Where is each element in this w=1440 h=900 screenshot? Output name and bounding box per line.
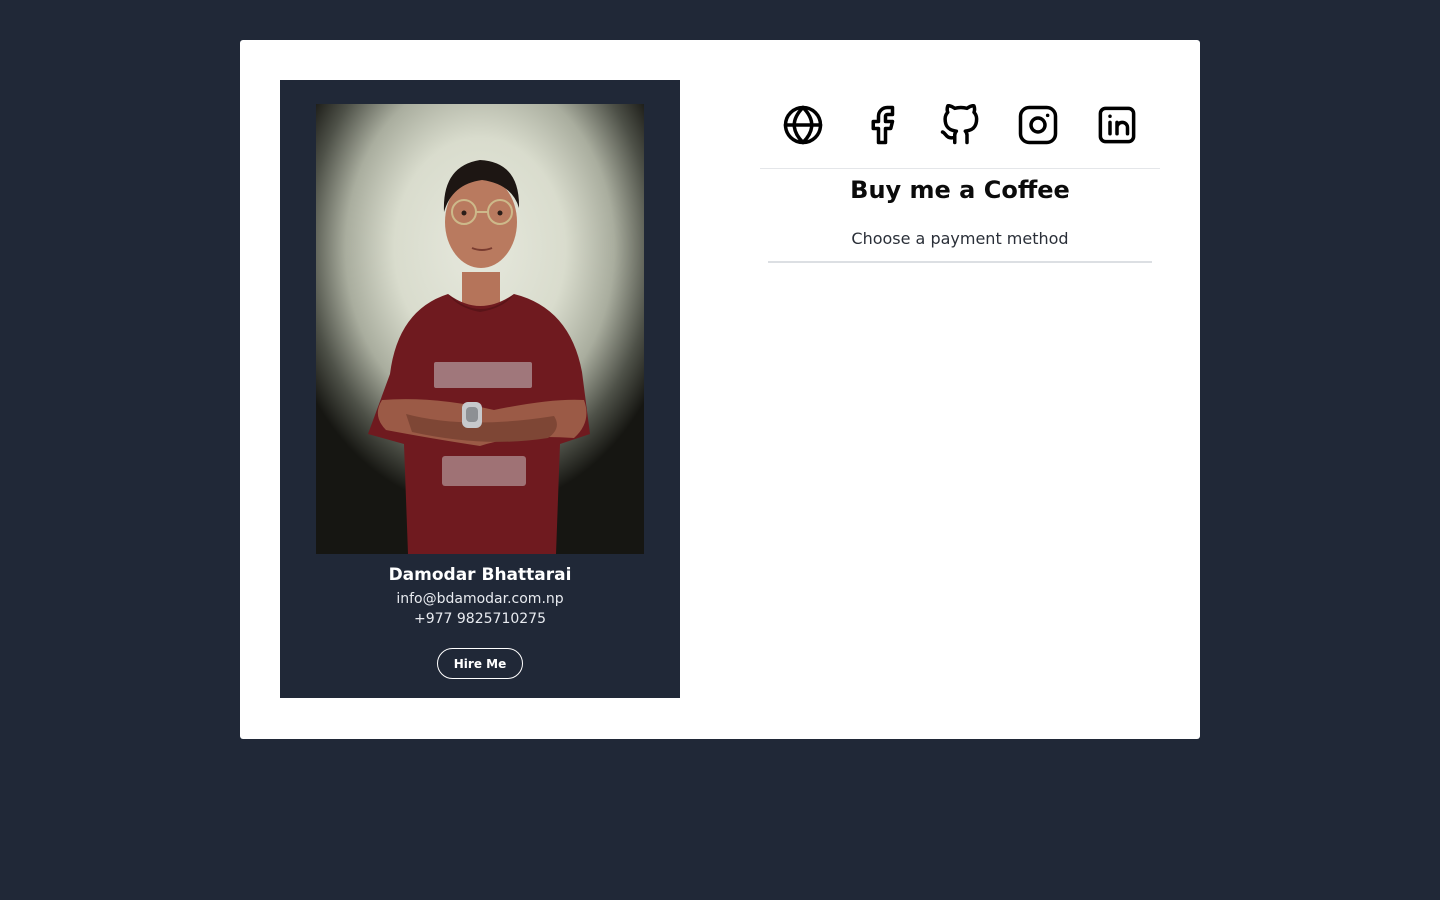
profile-phone: +977 9825710275 [414,611,546,627]
hire-me-button[interactable]: Hire Me [437,648,523,679]
linkedin-icon [1098,106,1136,144]
main-card: Damodar Bhattarai info@bdamodar.com.np +… [240,40,1200,739]
coffee-title: Buy me a Coffee [850,176,1070,204]
person-illustration [368,160,590,554]
payment-method-label: Choose a payment method [851,229,1069,248]
github-icon [940,104,979,145]
profile-email: info@bdamodar.com.np [396,591,564,607]
website-link[interactable] [780,102,826,148]
payment-divider [768,261,1152,263]
profile-name: Damodar Bhattarai [388,565,572,585]
social-links [760,102,1160,148]
profile-photo [316,104,644,554]
facebook-icon [871,105,895,145]
facebook-link[interactable] [859,102,905,148]
social-divider [760,168,1160,169]
linkedin-link[interactable] [1094,102,1140,148]
profile-panel: Damodar Bhattarai info@bdamodar.com.np +… [280,80,680,698]
github-link[interactable] [937,102,983,148]
globe-icon [783,105,823,145]
instagram-icon [1018,105,1058,145]
instagram-link[interactable] [1015,102,1061,148]
